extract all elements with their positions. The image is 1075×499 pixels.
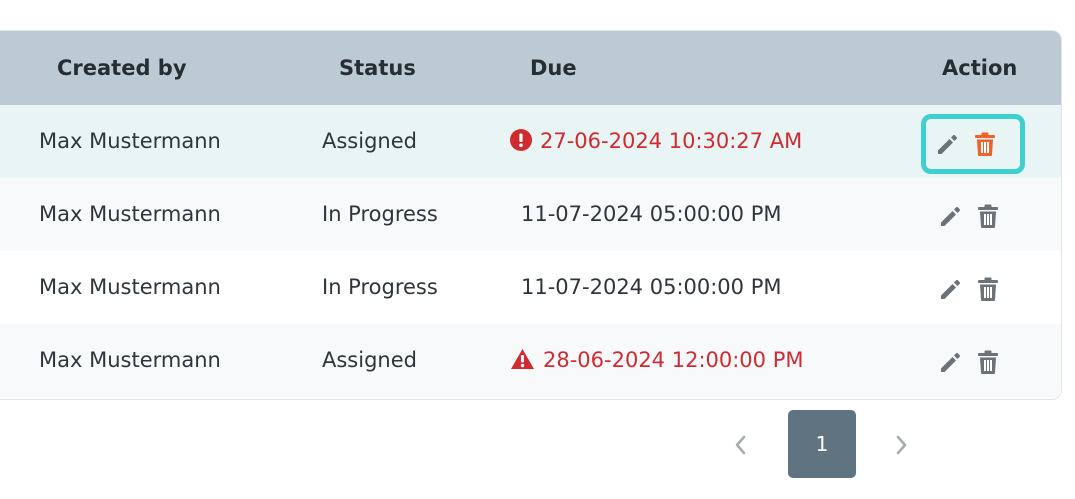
table-row[interactable]: Max Mustermann Assigned 28-06-2024 12:00…: [0, 324, 1061, 397]
chevron-left-icon[interactable]: [728, 432, 754, 458]
edit-pencil-icon[interactable]: [937, 276, 963, 302]
table-header: Created by Status Due Action: [0, 31, 1061, 105]
created-by-cell: Max Mustermann: [39, 202, 221, 226]
row-actions: [921, 114, 1025, 174]
edit-pencil-icon[interactable]: [937, 349, 963, 375]
delete-trash-icon[interactable]: [975, 276, 1001, 302]
exclamation-circle-icon: [510, 129, 532, 151]
status-cell: In Progress: [322, 202, 438, 226]
status-cell: Assigned: [322, 129, 417, 153]
due-value: 27-06-2024 10:30:27 AM: [540, 129, 803, 153]
status-cell: In Progress: [322, 275, 438, 299]
row-actions: [929, 343, 1029, 379]
edit-pencil-icon[interactable]: [937, 203, 963, 229]
table-row[interactable]: Max Mustermann Assigned 27-06-2024 10:30…: [0, 105, 1061, 178]
column-header-created-by[interactable]: Created by: [57, 31, 187, 105]
status-cell: Assigned: [322, 348, 417, 372]
created-by-cell: Max Mustermann: [39, 275, 221, 299]
page-button-current[interactable]: 1: [788, 410, 856, 478]
pagination: 1: [720, 410, 940, 480]
edit-pencil-icon[interactable]: [934, 131, 960, 157]
delete-trash-icon[interactable]: [975, 349, 1001, 375]
due-cell: 11-07-2024 05:00:00 PM: [521, 202, 782, 226]
tasks-table: Created by Status Due Action Max Musterm…: [0, 30, 1062, 400]
due-cell: 28-06-2024 12:00:00 PM: [510, 324, 804, 397]
created-by-cell: Max Mustermann: [39, 129, 221, 153]
table-row[interactable]: Max Mustermann In Progress 11-07-2024 05…: [0, 251, 1061, 324]
table-row[interactable]: Max Mustermann In Progress 11-07-2024 05…: [0, 178, 1061, 251]
warning-triangle-icon: [511, 349, 534, 369]
delete-trash-icon[interactable]: [972, 131, 998, 157]
row-actions: [929, 270, 1029, 306]
column-header-status[interactable]: Status: [339, 31, 416, 105]
due-cell: 27-06-2024 10:30:27 AM: [510, 105, 802, 178]
created-by-cell: Max Mustermann: [39, 348, 221, 372]
chevron-right-icon[interactable]: [888, 432, 914, 458]
column-header-action: Action: [942, 56, 1018, 80]
column-header-due[interactable]: Due: [530, 31, 577, 105]
due-value: 28-06-2024 12:00:00 PM: [543, 348, 804, 372]
delete-trash-icon[interactable]: [975, 203, 1001, 229]
row-actions: [929, 197, 1029, 233]
due-cell: 11-07-2024 05:00:00 PM: [521, 275, 782, 299]
